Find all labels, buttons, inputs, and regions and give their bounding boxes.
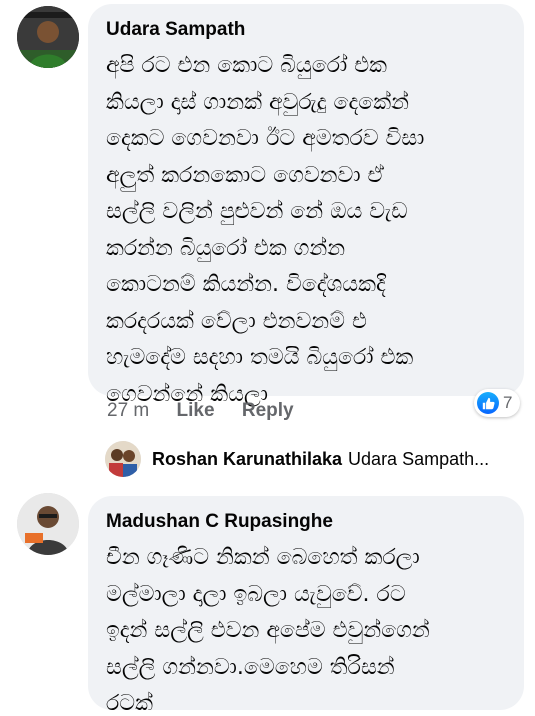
comment-line: රටක් <box>106 691 153 716</box>
avatar-madushan-c-rupasinghe[interactable] <box>17 493 79 555</box>
comment-line: කරන්න බියුරෝ එක ගන්න <box>106 235 346 261</box>
comment-line: චීන ගෑණිට නිකන් බෙහෙත් කරලා <box>106 545 420 570</box>
profile-photo <box>17 493 79 555</box>
profile-photo <box>17 6 79 68</box>
reaction-count: 7 <box>503 393 513 412</box>
comment-line: හැමදේම සදහා තමයි බියුරෝ එක <box>106 345 414 370</box>
avatar-roshan-karunathilaka[interactable] <box>105 441 141 477</box>
comment-line: දෙකට ගෙවනවා ඊට අමතරව විසා <box>106 126 425 151</box>
comment-line: මල්මාලා දාලා ඉබලා යැවුවේ. රට <box>106 581 406 607</box>
comment-line: අලුත් කරනකොට ගෙවනවා ඒ <box>106 162 384 188</box>
thumbs-up-icon <box>477 392 499 414</box>
comment-thread: Udara Sampath අපි රට එන කොට බියුරෝ එක කි… <box>0 0 535 716</box>
collapsed-reply[interactable]: Roshan Karunathilaka Udara Sampath... <box>152 446 489 472</box>
reply-preview-text: Udara Sampath... <box>348 449 490 469</box>
comment-line: කොටනම් කියන්න. විදේශයකදි <box>106 272 386 297</box>
comment-text: අපි රට එන කොට බියුරෝ එක කියලා දාස් ගානක්… <box>106 48 506 413</box>
comment-actions: 27 m Like Reply <box>107 399 294 423</box>
reply-author[interactable]: Roshan Karunathilaka <box>152 449 342 469</box>
comment-timestamp[interactable]: 27 m <box>107 399 149 423</box>
comment-line: ඉදන් සල්ලි එවන අපේම එවුන්ගෙන් <box>106 618 430 643</box>
like-button[interactable]: Like <box>177 399 215 423</box>
comment-bubble: Madushan C Rupasinghe චීන ගෑණිට නිකන් බෙ… <box>88 496 524 716</box>
comment-line: සල්ලි ගන්නවා.මෙහෙම තිරිසන් <box>106 654 395 680</box>
comment-line: කියලා දාස් ගානක් අවුරුදු දෙකේන් <box>106 89 409 115</box>
comment-line: සල්ලි වලින් පුළුවන් නේ ඔය වැඩ <box>106 199 408 224</box>
comment-text: චීන ගෑණිට නිකන් බෙහෙත් කරලා මල්මාලා දාලා… <box>106 540 506 716</box>
reaction-summary[interactable]: 7 <box>474 389 521 417</box>
avatar-udara-sampath[interactable] <box>17 6 79 68</box>
reply-button[interactable]: Reply <box>242 399 294 423</box>
comment-author[interactable]: Udara Sampath <box>106 18 506 42</box>
comment-line: අපි රට එන කොට බියුරෝ එක <box>106 53 387 78</box>
comment-line: කරදරයක් වේලා එනවනම් එ <box>106 308 367 334</box>
comment-bubble: Udara Sampath අපි රට එන කොට බියුරෝ එක කි… <box>88 4 524 407</box>
profile-photo <box>105 441 141 477</box>
comment-author[interactable]: Madushan C Rupasinghe <box>106 510 506 534</box>
